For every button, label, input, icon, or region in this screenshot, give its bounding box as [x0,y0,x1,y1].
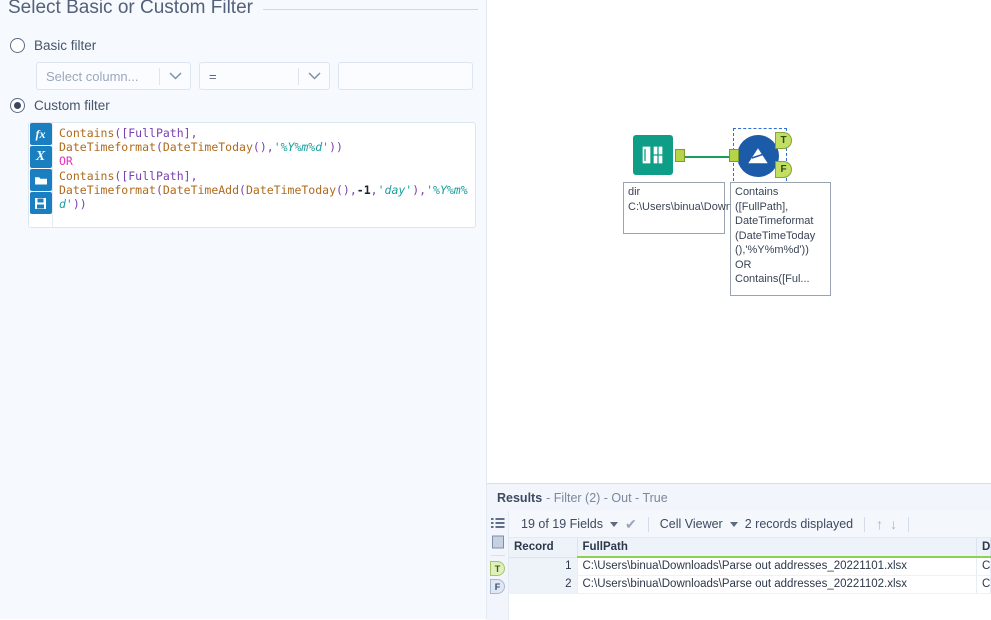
results-body: T F 19 of 19 Fields ✔ Cell Viewer 2 reco… [487,511,991,620]
custom-filter-option[interactable]: Custom filter [10,98,110,113]
false-output-anchor[interactable]: F [775,161,792,178]
rail-divider [490,555,505,556]
custom-expression-editor[interactable]: fx X Contains([FullPath], DateTimeformat… [28,122,476,228]
results-toolbar: 19 of 19 Fields ✔ Cell Viewer 2 records … [509,511,991,538]
results-header: Results - Filter (2) - Out - True [487,484,991,511]
directory-node-label: dir C:\Users\binua\Downloads\*.xlsx [623,182,788,234]
panel-title-row: Select Basic or Custom Filter [8,0,478,22]
workflow-canvas[interactable]: dir C:\Users\binua\Downloads\*.xlsx T F … [487,0,991,482]
expression-gutter: fx X [29,123,53,227]
toolbar-divider [908,516,910,532]
cell-fullpath: C:\Users\binua\Downloads\Parse out addre… [577,557,977,576]
viewer-dropdown-icon[interactable] [729,521,738,527]
results-pane: Results - Filter (2) - Out - True T F 19… [487,483,991,620]
alteryx-window: Select Basic or Custom Filter Basic filt… [0,0,991,620]
results-grid-area: 19 of 19 Fields ✔ Cell Viewer 2 records … [509,511,991,620]
column-select-text: Select column... [46,68,139,84]
basic-filter-radio[interactable] [10,38,25,53]
table-row[interactable]: 2 C:\Users\binua\Downloads\Parse out add… [509,575,991,594]
field-list-icon[interactable] [490,515,506,531]
cell-next: C [976,575,991,594]
basic-filter-label: Basic filter [34,38,97,53]
column-header-fullpath[interactable]: FullPath [577,538,977,558]
cell-record: 1 [509,557,578,576]
fields-count-label[interactable]: 19 of 19 Fields [521,517,603,531]
custom-filter-radio[interactable] [10,98,25,113]
directory-output-anchor[interactable] [675,149,685,162]
operator-select[interactable]: = [199,62,330,90]
filter-input-anchor[interactable] [729,149,739,162]
column-select[interactable]: Select column... [36,62,191,90]
chevron-down-icon[interactable] [299,72,329,80]
check-icon[interactable]: ✔ [625,516,637,533]
operator-select-text: = [209,68,217,84]
cell-record: 2 [509,575,578,594]
results-title: Results [497,490,543,505]
results-side-rail: T F [487,511,509,620]
chevron-down-icon[interactable] [160,72,190,80]
results-subtitle: - Filter (2) - Out - True [546,490,668,505]
filter-tool[interactable]: T F [729,132,792,178]
cell-next: C [976,557,991,576]
arrow-up-icon[interactable]: ↑ [876,516,883,532]
rail-anchor-false[interactable]: F [490,579,505,594]
column-header-record[interactable]: Record [509,538,578,558]
directory-book-icon[interactable] [633,135,673,175]
toolbar-divider [647,516,649,532]
directory-tool[interactable] [633,135,685,175]
table-header-row: Record FullPath D [509,538,991,558]
function-icon[interactable]: fx [29,123,52,145]
filter-config-panel: Select Basic or Custom Filter Basic filt… [0,0,487,619]
expression-code[interactable]: Contains([FullPath], DateTimeformat(Date… [53,123,475,227]
layout-panel-icon[interactable] [490,534,506,550]
basic-filter-option[interactable]: Basic filter [10,38,96,53]
column-header-next[interactable]: D [976,538,991,558]
arrow-down-icon[interactable]: ↓ [890,516,897,532]
title-divider [262,8,478,10]
cell-viewer-label[interactable]: Cell Viewer [660,517,723,531]
filter-node-label: Contains ([FullPath], DateTimeformat (Da… [730,182,831,296]
filter-funnel-icon[interactable] [737,135,779,177]
basic-filter-fields: Select column... = [36,62,473,90]
variable-icon[interactable]: X [29,146,52,168]
filter-value-input[interactable] [338,62,473,90]
toolbar-divider [864,516,866,532]
records-displayed-label: 2 records displayed [744,517,854,531]
results-table[interactable]: Record FullPath D 1 C:\Users\binua\Downl… [509,538,991,594]
true-output-anchor[interactable]: T [775,132,792,149]
cell-fullpath: C:\Users\binua\Downloads\Parse out addre… [577,575,977,594]
open-folder-icon[interactable] [29,169,52,191]
table-row[interactable]: 1 C:\Users\binua\Downloads\Parse out add… [509,557,991,576]
save-icon[interactable] [29,192,52,214]
fields-dropdown-icon[interactable] [610,521,618,527]
page-title: Select Basic or Custom Filter [8,0,253,18]
rail-anchor-true[interactable]: T [490,561,505,576]
custom-filter-label: Custom filter [34,98,110,113]
